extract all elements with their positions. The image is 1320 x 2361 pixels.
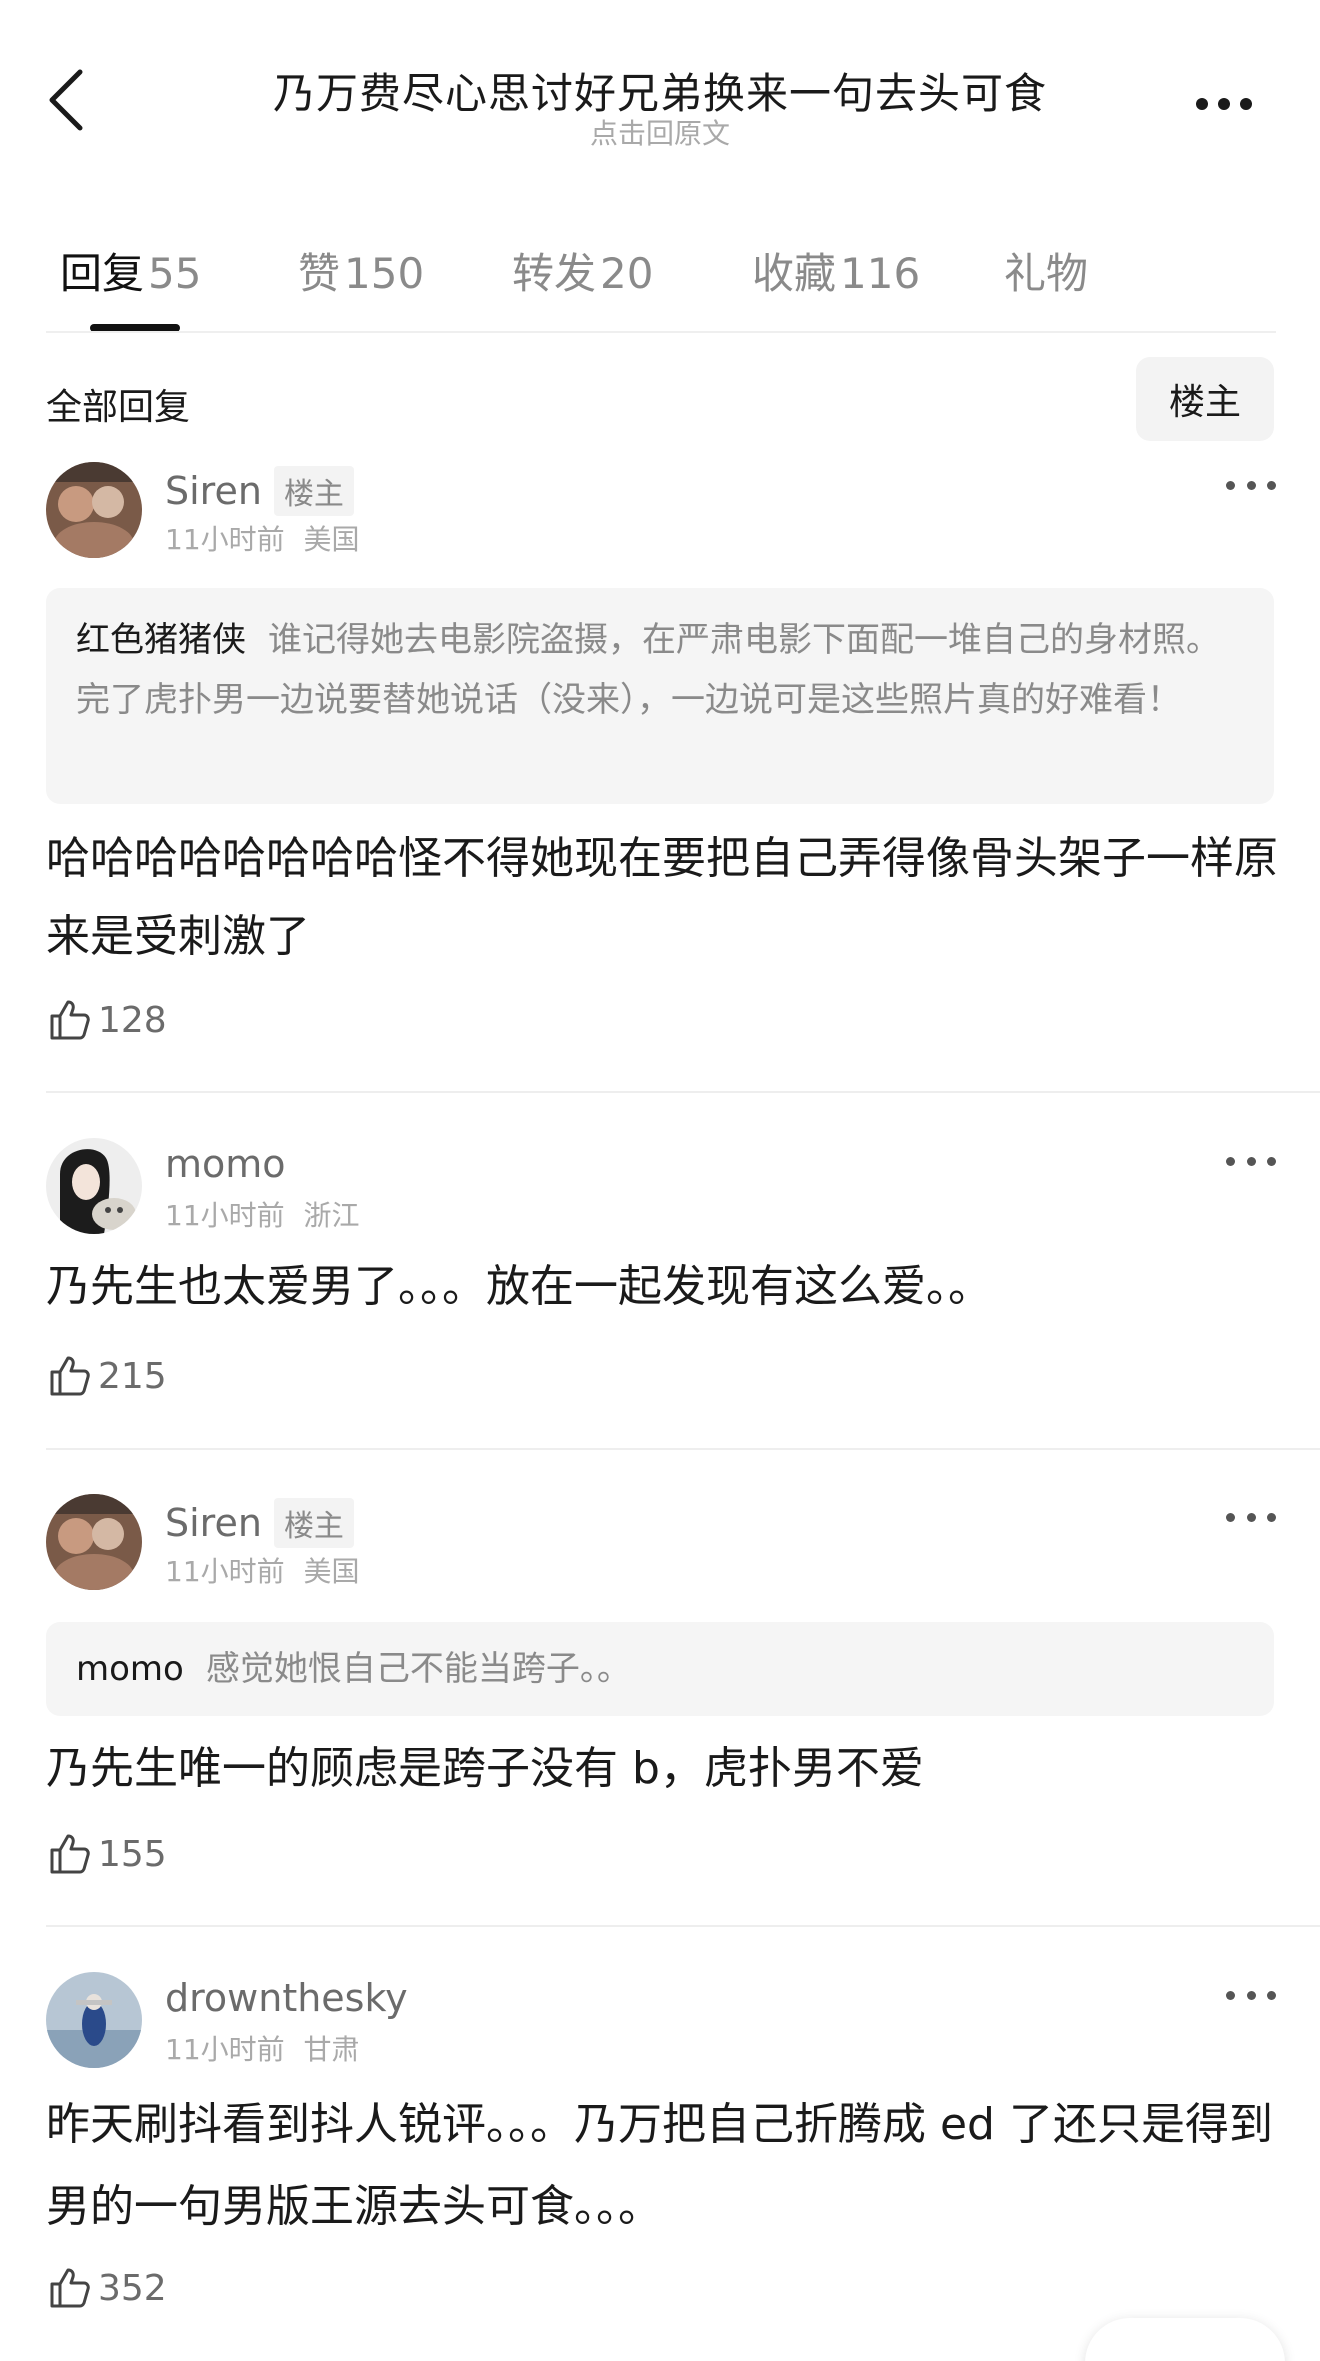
tab-count: 20 [600,249,654,298]
comment-more-button[interactable] [1226,1502,1276,1532]
more-dot [1267,1156,1276,1166]
divider [46,1448,1320,1450]
comment-meta: 11小时前 甘肃 [165,2028,360,2068]
more-horizontal-icon [1226,1156,1235,1166]
comment-text: 哈哈哈哈哈哈哈哈怪不得她现在要把自己弄得像骨头架子一样原来是受刺激了 [46,833,1278,962]
more-dot [1246,1512,1256,1522]
avatar[interactable] [46,1138,142,1234]
location: 浙江 [303,1199,360,1232]
tab-count: 150 [344,249,425,298]
username[interactable]: momo [165,1142,286,1186]
more-dot [1267,1990,1276,2000]
like-count: 128 [98,999,167,1041]
like-count: 352 [98,2267,167,2309]
more-horizontal-icon [1196,98,1208,110]
tab-count: 116 [840,249,921,298]
avatar[interactable] [46,462,142,558]
more-horizontal-icon [1226,1512,1235,1522]
location: 甘肃 [303,2033,360,2066]
comment-more-button[interactable] [1226,1980,1276,2010]
op-only-filter-button[interactable]: 楼主 [1136,357,1274,441]
thumbs-up-icon [50,1000,90,1040]
quoted-text: 谁记得她去电影院盗摄，在严肃电影下面配一堆自己的身材照。完了虎扑男一边说要替她说… [76,620,1220,720]
like-button[interactable]: 128 [46,996,167,1044]
tab-replies[interactable]: 回复55 [60,240,201,301]
comment-text: 昨天刷抖看到抖人锐评。。。乃万把自己折腾成 ed 了还只是得到男的一句男版王源去… [46,2099,1273,2232]
tab-likes[interactable]: 赞150 [298,240,424,301]
thumbs-up-icon [50,2268,90,2308]
more-dot [1218,98,1230,110]
tab-label: 收藏 [752,249,837,298]
location: 美国 [303,523,360,556]
tab-gifts[interactable]: 礼物 [1004,240,1088,301]
quoted-user: 红色猪猪侠 [76,620,246,660]
quoted-reply[interactable]: 红色猪猪侠 谁记得她去电影院盗摄，在严肃电影下面配一堆自己的身材照。完了虎扑男一边… [46,588,1274,804]
username-text: Siren [165,1501,262,1545]
like-count: 215 [98,1355,167,1397]
tab-reposts[interactable]: 转发20 [512,240,653,301]
avatar[interactable] [46,1494,142,1590]
divider [46,331,1276,333]
more-options-button[interactable] [1184,80,1264,128]
divider [46,1925,1320,1927]
thumbs-up-icon [50,1356,90,1396]
like-count: 155 [98,1833,167,1875]
username-text: drownthesky [165,1976,408,2020]
section-title: 全部回复 [46,387,191,428]
username-text: Siren [165,469,262,513]
quoted-reply[interactable]: momo 感觉她恨自己不能当跨子。。 [46,1622,1274,1716]
username-text: momo [165,1142,286,1186]
comment-text: 乃先生唯一的顾虑是跨子没有 b，虎扑男不爱 [46,1743,924,1794]
comment-more-button[interactable] [1226,470,1276,500]
more-dot [1240,98,1252,110]
tab-count: 55 [148,249,202,298]
top-bar: 乃万费尽心思讨好兄弟换来一句去头可食 点击回原文 [0,0,1320,180]
timestamp: 11小时前 [165,1555,285,1588]
quoted-text: 感觉她恨自己不能当跨子。。 [205,1649,631,1689]
back-to-original-link[interactable]: 点击回原文 [180,112,1140,152]
more-horizontal-icon [1226,1990,1235,2000]
quoted-user: momo [76,1649,184,1689]
username[interactable]: Siren 楼主 [165,1498,354,1548]
tab-label: 赞 [298,249,341,298]
comment-more-button[interactable] [1226,1146,1276,1176]
like-button[interactable]: 215 [46,1352,167,1400]
more-horizontal-icon [1226,480,1235,490]
tab-label: 转发 [512,249,597,298]
comment-meta: 11小时前 美国 [165,518,360,558]
thumbs-up-icon [50,1834,90,1874]
more-dot [1246,1990,1256,2000]
comment-text: 乃先生也太爱男了。。。放在一起发现有这么爱。。 [46,1261,992,1312]
like-button[interactable]: 352 [46,2264,167,2312]
op-badge: 楼主 [273,466,354,516]
floating-reply-button[interactable] [1085,2318,1285,2361]
tab-label: 礼物 [1004,249,1089,298]
comment-meta: 11小时前 美国 [165,1550,360,1590]
more-dot [1246,480,1256,490]
back-button[interactable] [36,60,96,140]
comment-meta: 11小时前 浙江 [165,1194,360,1234]
tab-favorites[interactable]: 收藏116 [752,240,920,301]
timestamp: 11小时前 [165,2033,285,2066]
username[interactable]: drownthesky [165,1976,408,2020]
more-dot [1267,1512,1276,1522]
like-button[interactable]: 155 [46,1830,167,1878]
tab-label: 回复 [60,249,145,298]
timestamp: 11小时前 [165,523,285,556]
timestamp: 11小时前 [165,1199,285,1232]
op-badge: 楼主 [273,1498,354,1548]
tab-bar: 回复55 赞150 转发20 收藏116 礼物 [0,228,1320,332]
avatar[interactable] [46,1972,142,2068]
more-dot [1246,1156,1256,1166]
divider [46,1091,1320,1093]
chevron-left-icon [49,69,83,131]
more-dot [1267,480,1276,490]
username[interactable]: Siren 楼主 [165,466,354,516]
location: 美国 [303,1555,360,1588]
